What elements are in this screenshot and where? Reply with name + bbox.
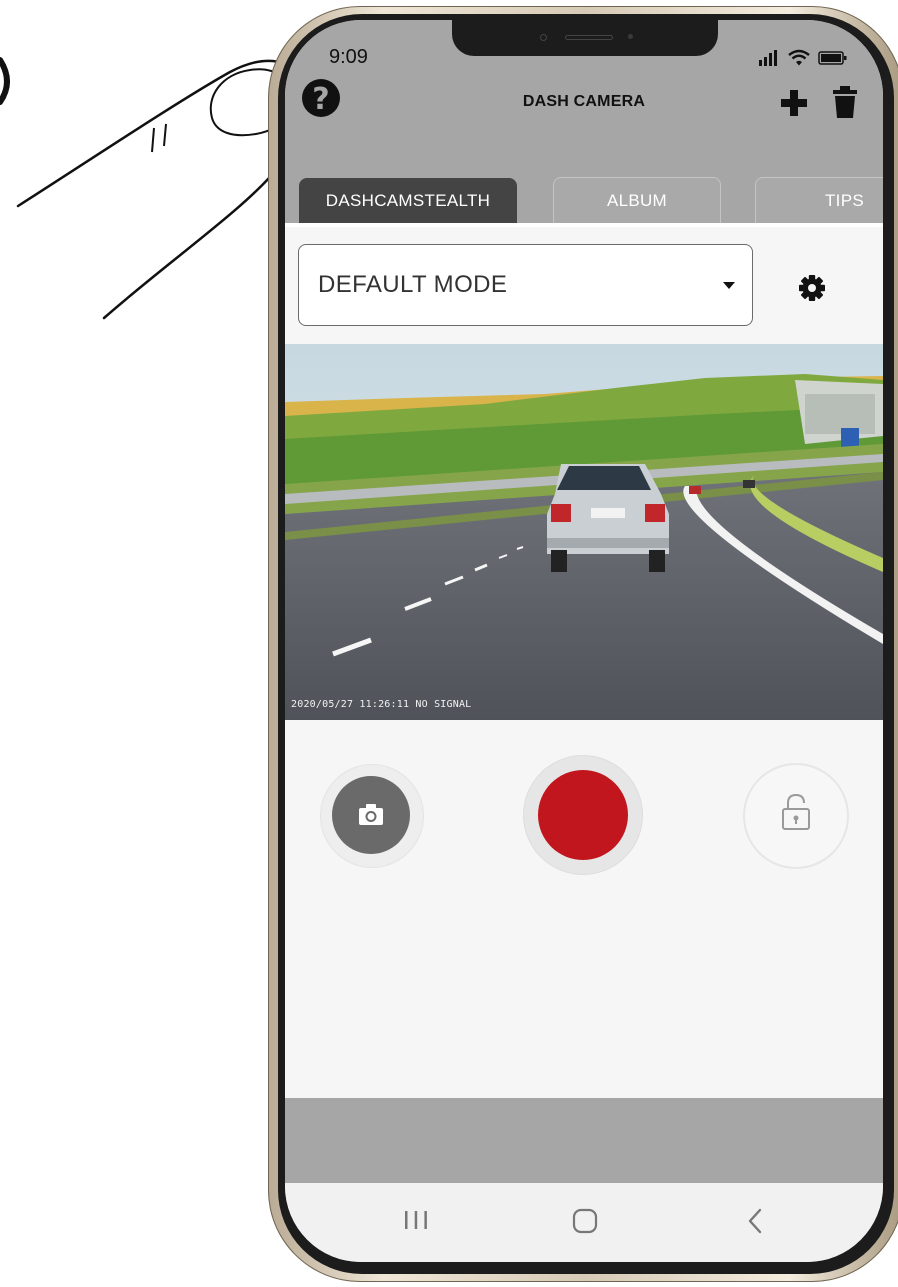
camera-timestamp: 2020/05/27 11:26:11 NO SIGNAL bbox=[291, 699, 472, 710]
unlock-icon bbox=[782, 793, 810, 830]
camera-notch bbox=[452, 20, 718, 56]
tab-tips-label: TIPS bbox=[825, 191, 864, 210]
back-icon[interactable] bbox=[745, 1207, 765, 1235]
wifi-icon bbox=[788, 49, 810, 66]
battery-icon bbox=[818, 51, 847, 65]
phone-screen: 9:09 ? DASH CAMERA DASHCAMSTEALTH ALBUM … bbox=[285, 20, 883, 1262]
status-icons bbox=[759, 49, 847, 66]
add-icon[interactable] bbox=[781, 90, 807, 116]
camera-preview bbox=[285, 344, 883, 720]
front-camera bbox=[628, 34, 633, 39]
recent-apps-icon[interactable] bbox=[401, 1205, 431, 1235]
tab-tips[interactable]: TIPS bbox=[755, 177, 883, 224]
snapshot-button[interactable] bbox=[332, 776, 410, 854]
record-button[interactable] bbox=[538, 770, 628, 860]
signal-icon bbox=[759, 50, 777, 66]
camera-icon bbox=[359, 804, 383, 825]
bottom-bar bbox=[285, 1098, 883, 1183]
mode-dropdown-value: DEFAULT MODE bbox=[318, 271, 508, 298]
home-icon[interactable] bbox=[572, 1208, 598, 1234]
trash-icon[interactable] bbox=[832, 86, 858, 118]
mode-dropdown[interactable]: DEFAULT MODE bbox=[298, 244, 753, 326]
tab-album[interactable]: ALBUM bbox=[553, 177, 721, 224]
sensor bbox=[540, 34, 547, 41]
lock-button[interactable] bbox=[743, 763, 849, 869]
status-time: 9:09 bbox=[329, 46, 368, 68]
earpiece-speaker bbox=[565, 35, 613, 40]
gear-icon[interactable] bbox=[798, 274, 826, 302]
caret-down-icon bbox=[723, 282, 735, 289]
tab-dashcamstealth[interactable]: DASHCAMSTEALTH bbox=[299, 178, 517, 224]
